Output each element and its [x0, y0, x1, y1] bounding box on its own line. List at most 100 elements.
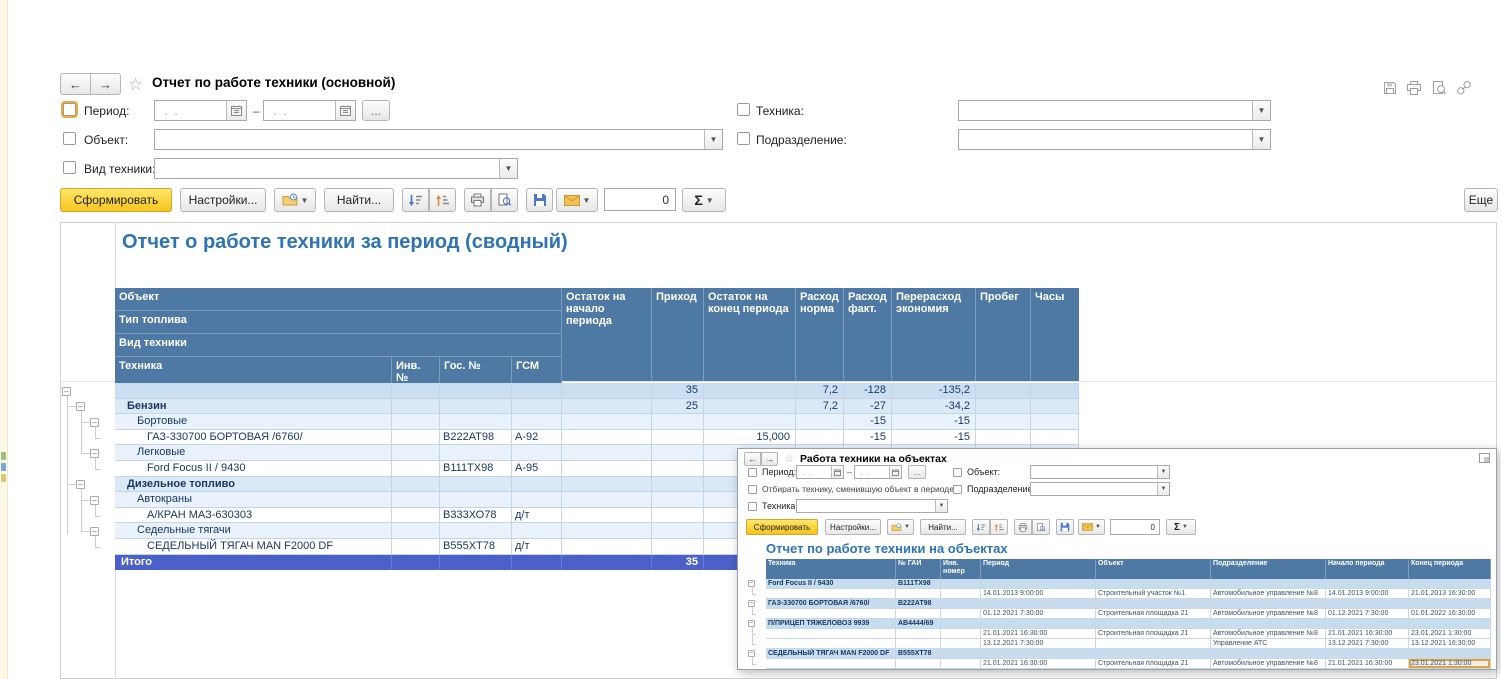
report-cell[interactable]: [896, 629, 941, 639]
obekt-combobox[interactable]: ▼: [1030, 465, 1170, 479]
report-cell[interactable]: [1211, 649, 1326, 659]
podrazdelenie-checkbox[interactable]: [737, 132, 750, 145]
chevron-down-icon[interactable]: ▼: [704, 130, 722, 149]
report-cell[interactable]: [652, 414, 704, 430]
calendar-icon[interactable]: [889, 466, 901, 478]
report-cell[interactable]: [1096, 619, 1211, 629]
report-cell[interactable]: Бортовые: [115, 414, 392, 430]
report-cell[interactable]: 21.01.2021 16:30:00: [981, 629, 1096, 639]
report-cell[interactable]: [1031, 414, 1079, 430]
report-cell[interactable]: В555ХТ78: [896, 649, 941, 659]
report-cell[interactable]: [1211, 619, 1326, 629]
report-cell[interactable]: [392, 430, 440, 446]
report-cell[interactable]: 14.01.2013 9:00:00: [981, 589, 1096, 599]
report-cell[interactable]: [652, 539, 704, 555]
save-button[interactable]: [1056, 519, 1074, 535]
period-to-input[interactable]: . .: [263, 100, 356, 121]
report-cell[interactable]: [440, 523, 512, 539]
report-cell[interactable]: [896, 639, 941, 649]
dock-window-icon[interactable]: [1479, 453, 1490, 463]
settings-button[interactable]: Настройки...: [180, 188, 266, 212]
report-cell[interactable]: [440, 555, 512, 571]
report-cell[interactable]: [896, 609, 941, 619]
popup-window[interactable]: ← → ☆ Работа техники на объектах Период:…: [737, 448, 1497, 670]
report-cell[interactable]: Автомобильное управление №8: [1211, 629, 1326, 639]
favorite-star-icon[interactable]: ☆: [128, 76, 143, 93]
report-cell[interactable]: [941, 609, 981, 619]
tree-expander[interactable]: –: [90, 496, 99, 505]
report-cell[interactable]: [562, 477, 652, 493]
report-cell[interactable]: [652, 477, 704, 493]
report-cell[interactable]: [512, 414, 562, 430]
report-cell[interactable]: [896, 589, 941, 599]
report-cell[interactable]: -15: [844, 430, 892, 446]
period-checkbox[interactable]: [748, 468, 757, 477]
podrazdelenie-combobox[interactable]: ▼: [1030, 482, 1170, 496]
report-cell[interactable]: [766, 639, 896, 649]
report-cell[interactable]: [512, 399, 562, 415]
report-cell[interactable]: [512, 492, 562, 508]
report-cell[interactable]: [1096, 579, 1211, 589]
report-cell[interactable]: 7,2: [796, 399, 844, 415]
get-link-icon[interactable]: [1456, 80, 1472, 96]
sum-button[interactable]: Σ ▼: [682, 188, 726, 212]
report-cell[interactable]: [562, 555, 652, 571]
report-cell[interactable]: В555ХТ78: [440, 539, 512, 555]
report-cell[interactable]: [1211, 579, 1326, 589]
tree-expander[interactable]: –: [90, 418, 99, 427]
print-icon[interactable]: [1406, 80, 1422, 96]
report-cell[interactable]: 13.12.2021 16:30:00: [1409, 639, 1491, 649]
report-cell[interactable]: [704, 399, 796, 415]
report-cell[interactable]: [652, 508, 704, 524]
report-cell[interactable]: [562, 461, 652, 477]
report-cell[interactable]: [766, 609, 896, 619]
report-cell[interactable]: -34,2: [892, 399, 976, 415]
report-cell[interactable]: [981, 579, 1096, 589]
print-button[interactable]: [464, 188, 491, 212]
report-variants-button[interactable]: ▼: [274, 188, 316, 212]
report-cell[interactable]: [1326, 619, 1409, 629]
report-cell[interactable]: 01.01.2022 16:30:00: [1409, 609, 1491, 619]
chevron-down-icon[interactable]: ▼: [499, 159, 517, 178]
report-cell[interactable]: АВ4444/69: [896, 619, 941, 629]
report-cell[interactable]: [941, 579, 981, 589]
report-cell[interactable]: В222АТ98: [896, 599, 941, 609]
sort-ascending-button[interactable]: [990, 519, 1008, 535]
chevron-down-icon[interactable]: ▼: [1252, 130, 1270, 149]
report-cell[interactable]: -128: [844, 383, 892, 399]
report-cell[interactable]: 35: [652, 555, 704, 571]
report-cell[interactable]: [941, 659, 981, 669]
report-cell[interactable]: [976, 383, 1031, 399]
favorite-star-icon[interactable]: ☆: [784, 454, 794, 465]
report-cell[interactable]: [440, 414, 512, 430]
report-cell[interactable]: 15,000: [704, 430, 796, 446]
report-cell[interactable]: [512, 477, 562, 493]
vid-tehniki-combobox[interactable]: ▼: [154, 158, 518, 179]
report-cell[interactable]: [392, 555, 440, 571]
sum-button[interactable]: Σ ▼: [1166, 519, 1196, 535]
report-cell[interactable]: В111ТХ98: [896, 579, 941, 589]
selected-cell[interactable]: 23.01.2021 1:30:00: [1409, 659, 1491, 669]
sort-descending-button[interactable]: [402, 188, 429, 212]
report-cell[interactable]: [941, 589, 981, 599]
report-cell[interactable]: [512, 445, 562, 461]
report-cell[interactable]: Строительная площадка 21: [1096, 659, 1211, 669]
report-cell[interactable]: [392, 477, 440, 493]
report-cell[interactable]: -27: [844, 399, 892, 415]
report-cell[interactable]: -15: [844, 414, 892, 430]
report-cell[interactable]: [941, 599, 981, 609]
preview-button[interactable]: [491, 188, 518, 212]
report-cell[interactable]: [392, 508, 440, 524]
report-cell[interactable]: [440, 445, 512, 461]
report-cell[interactable]: 23.01.2021 1:30:00: [1409, 629, 1491, 639]
tree-expander[interactable]: –: [62, 387, 71, 396]
report-cell[interactable]: [1409, 649, 1491, 659]
find-button[interactable]: Найти...: [920, 519, 966, 535]
report-cell[interactable]: [1031, 430, 1079, 446]
report-cell[interactable]: [976, 399, 1031, 415]
report-cell[interactable]: -135,2: [892, 383, 976, 399]
calendar-icon[interactable]: [226, 101, 246, 120]
report-variants-button[interactable]: ▼: [887, 519, 914, 535]
save-button[interactable]: [526, 188, 553, 212]
report-cell[interactable]: Бензин: [115, 399, 392, 415]
